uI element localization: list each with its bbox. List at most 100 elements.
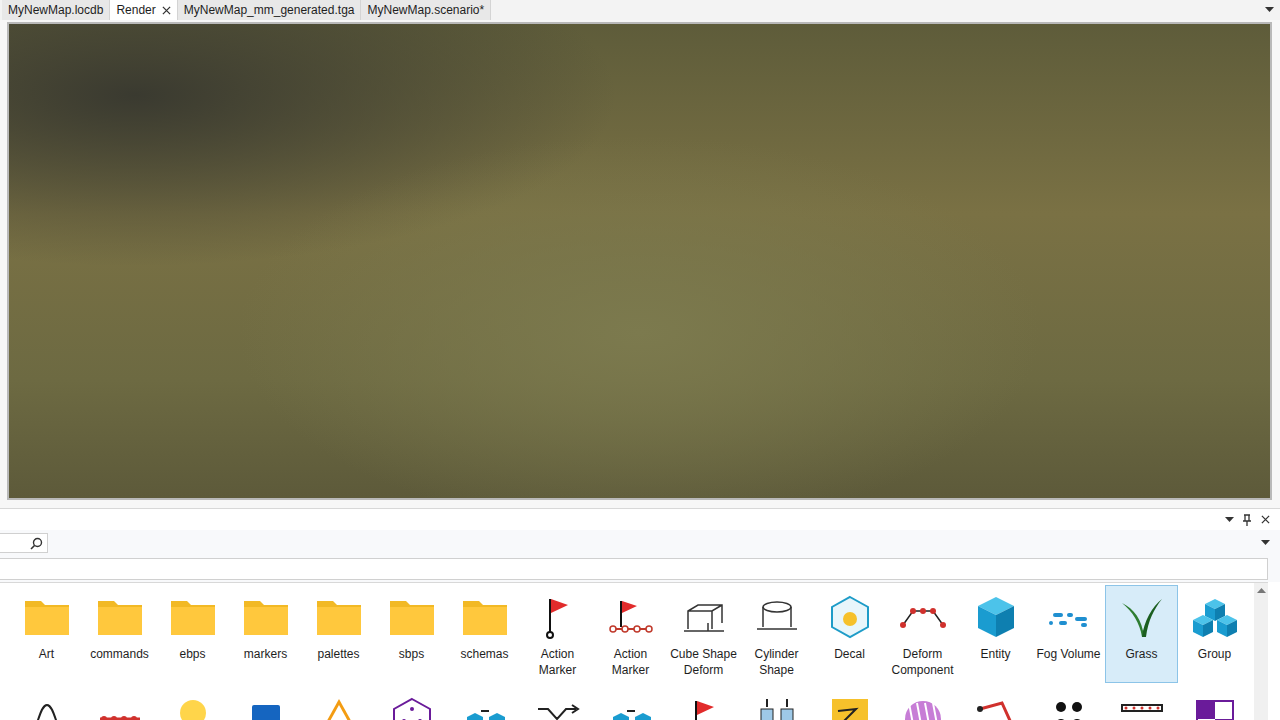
asset-item[interactable] xyxy=(521,687,594,720)
asset-item[interactable] xyxy=(10,687,83,720)
asset-item[interactable]: Deform Component xyxy=(886,585,959,683)
asset-icon-box xyxy=(825,694,875,720)
panel-menu-button[interactable] xyxy=(1222,513,1236,527)
asset-item[interactable] xyxy=(448,687,521,720)
asset-icon-box xyxy=(1190,694,1240,720)
asset-label: Grass xyxy=(1125,646,1157,662)
asset-icon-box xyxy=(460,592,510,642)
pin-button[interactable] xyxy=(1240,513,1254,527)
document-tab[interactable]: MyNewMap.scenario* xyxy=(361,0,491,20)
asset-item[interactable] xyxy=(1105,687,1178,720)
folder-icon xyxy=(315,593,363,641)
asset-item[interactable]: Grass xyxy=(1105,585,1178,683)
fence-icon xyxy=(1118,695,1166,720)
asset-icon-box xyxy=(241,694,291,720)
asset-item[interactable] xyxy=(302,687,375,720)
asset-icon-box xyxy=(606,694,656,720)
asset-label: Cube Shape Deform xyxy=(669,646,739,678)
warning-icon xyxy=(315,695,363,720)
shuffle-icon xyxy=(534,695,582,720)
note-icon xyxy=(826,695,874,720)
asset-label: sbps xyxy=(399,646,424,662)
tab-list-button[interactable] xyxy=(1258,0,1280,20)
asset-item[interactable]: Art xyxy=(10,585,83,683)
dropdown-arrow-icon[interactable] xyxy=(1225,517,1234,523)
render-viewport[interactable] xyxy=(7,22,1272,500)
asset-item[interactable] xyxy=(813,687,886,720)
dropdown-arrow-icon[interactable] xyxy=(1265,7,1274,13)
asset-item[interactable] xyxy=(886,687,959,720)
editor-window: MyNewMap.locdbRender MyNewMap_mm_generate… xyxy=(0,0,1280,720)
pattern-icon xyxy=(899,695,947,720)
dropdown-arrow-icon[interactable] xyxy=(1261,540,1270,546)
asset-icon-box xyxy=(1117,592,1167,642)
asset-icon-box xyxy=(533,694,583,720)
document-tab[interactable]: MyNewMap.locdb xyxy=(2,0,110,20)
asset-label: Entity xyxy=(980,646,1010,662)
cubes-equal-icon xyxy=(607,695,655,720)
asset-item[interactable]: Group xyxy=(1178,585,1251,683)
asset-item[interactable] xyxy=(1178,687,1251,720)
asset-item[interactable]: Cube Shape Deform xyxy=(667,585,740,683)
asset-item[interactable] xyxy=(156,687,229,720)
asset-item[interactable] xyxy=(667,687,740,720)
asset-item[interactable]: Fog Volume xyxy=(1032,585,1105,683)
tab-label: MyNewMap.scenario* xyxy=(367,3,484,17)
search-field[interactable] xyxy=(0,533,48,553)
asset-item[interactable]: Entity xyxy=(959,585,1032,683)
document-tab[interactable]: Render xyxy=(110,0,177,20)
folder-icon xyxy=(169,593,217,641)
asset-icon-box xyxy=(387,592,437,642)
asset-item[interactable] xyxy=(375,687,448,720)
entity-icon xyxy=(972,593,1020,641)
asset-label: schemas xyxy=(460,646,508,662)
close-tab-icon[interactable] xyxy=(162,6,171,15)
asset-item[interactable]: ebps xyxy=(156,585,229,683)
flag-icon xyxy=(534,593,582,641)
deform-icon xyxy=(899,593,947,641)
decal-icon xyxy=(826,593,874,641)
asset-item[interactable] xyxy=(1032,687,1105,720)
asset-label: Decal xyxy=(834,646,865,662)
asset-browser: Art commandsebpsmarkerspalettes sbps schema… xyxy=(0,582,1268,720)
render-viewport-area xyxy=(0,20,1280,508)
filter-field[interactable] xyxy=(0,558,1268,580)
asset-item[interactable]: Action Marker xyxy=(521,585,594,683)
asset-icon-box xyxy=(95,694,145,720)
filter-row xyxy=(0,556,1280,582)
asset-item[interactable] xyxy=(959,687,1032,720)
asset-item[interactable]: schemas xyxy=(448,585,521,683)
fog-icon xyxy=(1045,593,1093,641)
checker-icon xyxy=(1191,695,1239,720)
scroll-up-icon[interactable] xyxy=(1257,587,1266,593)
asset-item[interactable]: markers xyxy=(229,585,302,683)
asset-item[interactable]: Decal xyxy=(813,585,886,683)
asset-item[interactable] xyxy=(594,687,667,720)
asset-icon-box xyxy=(460,694,510,720)
vertical-scrollbar[interactable] xyxy=(1254,583,1268,720)
document-tab[interactable]: MyNewMap_mm_generated.tga xyxy=(178,0,362,20)
asset-icon-box xyxy=(752,592,802,642)
asset-item[interactable] xyxy=(83,687,156,720)
asset-label: Art xyxy=(39,646,54,662)
asset-icon-box xyxy=(606,592,656,642)
asset-item[interactable]: palettes xyxy=(302,585,375,683)
asset-item[interactable] xyxy=(740,687,813,720)
asset-icon-box xyxy=(95,592,145,642)
asset-icon-box xyxy=(241,592,291,642)
tab-label: MyNewMap_mm_generated.tga xyxy=(184,3,355,17)
asset-item[interactable]: sbps xyxy=(375,585,448,683)
cylinder-icon xyxy=(753,593,801,641)
grass-icon xyxy=(1118,593,1166,641)
asset-label: Action Marker xyxy=(523,646,593,678)
close-panel-button[interactable] xyxy=(1258,513,1272,527)
close-icon[interactable] xyxy=(1261,515,1270,524)
folder-icon xyxy=(23,593,71,641)
magnifier-icon[interactable] xyxy=(30,537,43,550)
asset-label: Cylinder Shape xyxy=(742,646,812,678)
asset-item[interactable]: Cylinder Shape xyxy=(740,585,813,683)
asset-icon-box xyxy=(168,592,218,642)
asset-item[interactable] xyxy=(229,687,302,720)
asset-item[interactable]: Action Marker xyxy=(594,585,667,683)
asset-item[interactable]: commands xyxy=(83,585,156,683)
